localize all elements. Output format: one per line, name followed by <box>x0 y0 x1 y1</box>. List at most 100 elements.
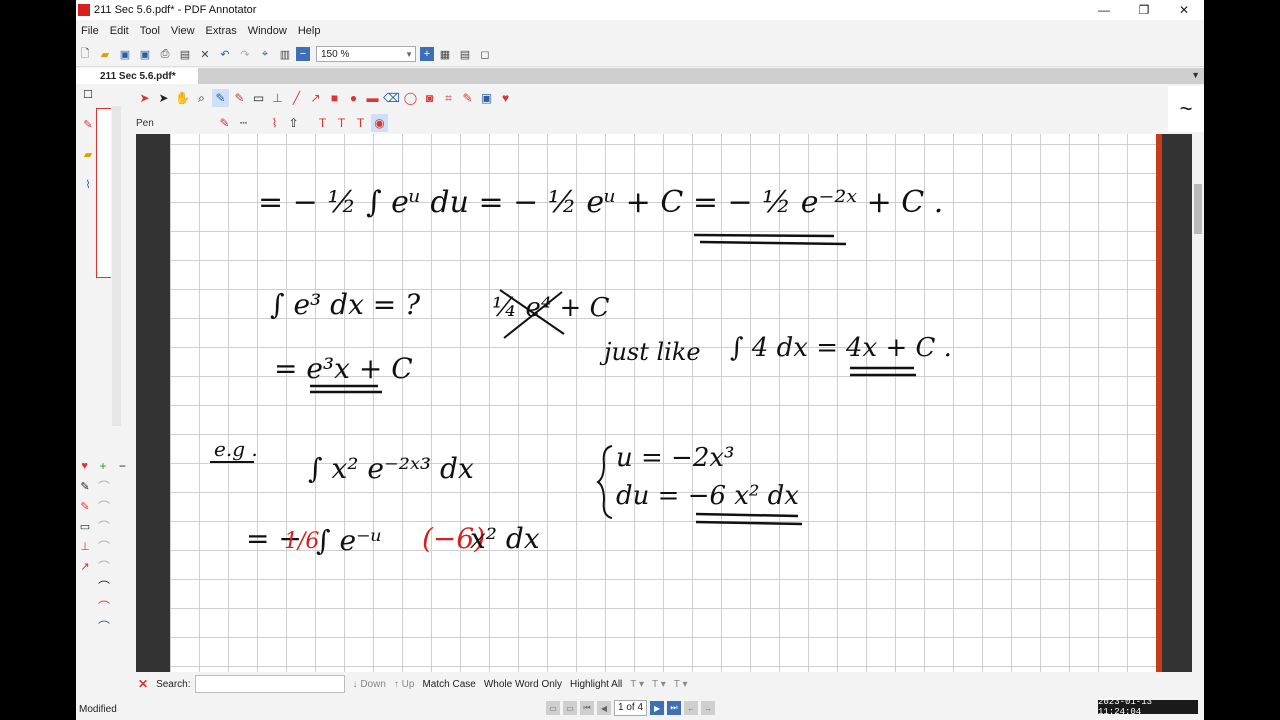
open-folder-icon[interactable]: ▰ <box>96 45 114 63</box>
stamp-tool-icon[interactable]: ⊥ <box>269 89 286 107</box>
ellipse-tool-icon[interactable]: ● <box>345 89 362 107</box>
pen-color-icon[interactable]: ✎ <box>216 114 233 132</box>
menu-help[interactable]: Help <box>293 25 327 37</box>
save-icon[interactable]: ▣ <box>116 45 134 63</box>
text-box-icon[interactable]: ▭ <box>76 517 94 535</box>
checkbox-icon[interactable]: ☐ <box>80 86 96 102</box>
search-down-button[interactable]: ↓ Down <box>353 679 386 690</box>
folder-icon[interactable]: ▰ <box>80 146 96 162</box>
menu-file[interactable]: File <box>76 25 105 37</box>
magnifier-icon[interactable]: ⌕ <box>193 89 210 107</box>
lasso-icon[interactable]: ◯ <box>402 89 419 107</box>
next-page-icon[interactable]: ▶ <box>650 701 665 715</box>
new-document-icon[interactable]: 🗋 <box>76 45 94 63</box>
highlight-all-toggle[interactable]: Highlight All <box>570 679 622 690</box>
image-insert-icon[interactable]: ▣ <box>478 89 495 107</box>
scrollbar-thumb[interactable] <box>1194 184 1202 234</box>
camera-icon[interactable]: ◙ <box>421 89 438 107</box>
text-strikeout-icon[interactable]: T <box>352 114 369 132</box>
zoom-select[interactable]: 150 % ▼ <box>316 46 416 62</box>
select-text-icon[interactable]: ➤ <box>155 89 172 107</box>
crop-icon[interactable]: ⌗ <box>440 89 457 107</box>
pdf-page[interactable]: = − ½ ∫ eᵘ du = − ½ eᵘ + C = − ½ e⁻²ˣ + … <box>170 134 1156 672</box>
tab-document[interactable]: 211 Sec 5.6.pdf* <box>76 68 198 84</box>
prev-page-icon[interactable]: ◀ <box>597 701 611 715</box>
undo-icon[interactable]: ↶ <box>216 45 234 63</box>
first-page-icon[interactable]: ⏮ <box>580 701 594 715</box>
favorites-heart-icon[interactable]: ♥ <box>497 89 514 107</box>
remove-icon[interactable]: − <box>113 457 132 475</box>
maximize-button[interactable]: ❐ <box>1124 0 1164 20</box>
highlighter-tool-icon[interactable]: ✎ <box>231 89 248 107</box>
marker-icon[interactable]: ✎ <box>459 89 476 107</box>
line-tool-icon[interactable]: ╱ <box>288 89 305 107</box>
page-view-icon-1[interactable]: ▭ <box>546 701 560 715</box>
menu-tool[interactable]: Tool <box>135 25 166 37</box>
text-underline-icon[interactable]: T <box>314 114 331 132</box>
pen-sample[interactable]: ⌒ <box>94 497 114 515</box>
pen-sample[interactable]: ⌒ <box>94 517 114 535</box>
document-icon[interactable]: ▤ <box>176 45 194 63</box>
page-indicator[interactable]: 1 of 4 <box>614 700 648 716</box>
cut-icon[interactable]: ✕ <box>196 45 214 63</box>
page-view-icon[interactable]: ▥ <box>276 45 294 63</box>
back-icon[interactable]: ← <box>684 701 699 715</box>
smoothing-icon[interactable]: ⌇ <box>266 114 283 132</box>
pen-icon[interactable]: ✎ <box>76 477 94 495</box>
pen-sample-black[interactable]: ⌒ <box>94 577 114 595</box>
menu-extras[interactable]: Extras <box>201 25 243 37</box>
text-strike-search-icon[interactable]: T ▾ <box>674 679 688 690</box>
heart-icon[interactable]: ♥ <box>76 457 93 475</box>
highlighter-icon[interactable]: ✎ <box>76 497 94 515</box>
pen-marker-icon[interactable]: ✎ <box>80 116 96 132</box>
pen-sample[interactable]: ⌒ <box>94 537 114 555</box>
page-view-icon-2[interactable]: ▭ <box>563 701 577 715</box>
pen-sample[interactable]: ⌒ <box>94 557 114 575</box>
save-all-icon[interactable]: ▣ <box>136 45 154 63</box>
fit-page-icon[interactable]: ▦ <box>436 45 454 63</box>
rectangle-tool-icon[interactable]: ■ <box>326 89 343 107</box>
full-screen-icon[interactable]: ◻ <box>476 45 494 63</box>
binoculars-icon[interactable]: ⌖ <box>256 45 274 63</box>
search-input[interactable] <box>194 675 345 693</box>
redo-icon[interactable]: ↷ <box>236 45 254 63</box>
eraser-icon[interactable]: ⌫ <box>383 89 400 107</box>
arrow-tool-icon[interactable]: ↗ <box>307 89 324 107</box>
forward-icon[interactable]: → <box>701 701 716 715</box>
arrow-icon[interactable]: ↗ <box>76 557 94 575</box>
page-thumbnail[interactable] <box>96 108 111 278</box>
add-icon[interactable]: + <box>93 457 112 475</box>
fit-width-icon[interactable]: ▤ <box>456 45 474 63</box>
ruler-tool-icon[interactable]: ▬ <box>364 89 381 107</box>
menu-edit[interactable]: Edit <box>105 25 135 37</box>
attachment-icon[interactable]: ⌇ <box>80 176 96 192</box>
textbox-tool-icon[interactable]: ▭ <box>250 89 267 107</box>
tab-list-chevron-icon[interactable]: ▼ <box>1191 70 1200 80</box>
hand-icon[interactable]: ✋ <box>174 89 191 107</box>
last-page-icon[interactable]: ⏭ <box>667 701 682 715</box>
pen-sample-blue[interactable]: ⌒ <box>94 617 114 635</box>
pen-sample[interactable]: ⌒ <box>94 477 114 495</box>
pen-tool-icon[interactable]: ✎ <box>212 89 229 107</box>
pressure-icon[interactable]: ⇧ <box>285 114 302 132</box>
pen-presets-icon[interactable]: ◉ <box>371 114 388 132</box>
zoom-in-icon[interactable]: + <box>420 47 434 61</box>
text-highlight-icon[interactable]: T ▾ <box>630 679 644 690</box>
stamp-icon[interactable]: ⊥ <box>76 537 94 555</box>
line-style-icon[interactable]: ┄ <box>235 114 252 132</box>
search-up-button[interactable]: ↑ Up <box>394 679 415 690</box>
close-button[interactable]: ✕ <box>1164 0 1204 20</box>
minimize-button[interactable]: — <box>1084 0 1124 20</box>
menu-view[interactable]: View <box>166 25 201 37</box>
text-underline-search-icon[interactable]: T ▾ <box>652 679 666 690</box>
match-case-toggle[interactable]: Match Case <box>422 679 475 690</box>
close-search-icon[interactable]: ✕ <box>138 677 148 691</box>
whole-word-toggle[interactable]: Whole Word Only <box>484 679 562 690</box>
menu-window[interactable]: Window <box>243 25 293 37</box>
zoom-out-icon[interactable]: − <box>296 47 310 61</box>
text-underline-alt-icon[interactable]: T <box>333 114 350 132</box>
pen-sample-red[interactable]: ⌒ <box>94 597 114 615</box>
select-arrow-icon[interactable]: ➤ <box>136 89 153 107</box>
document-scrollbar[interactable] <box>1192 134 1204 672</box>
print-icon[interactable]: ⎙ <box>156 45 174 63</box>
